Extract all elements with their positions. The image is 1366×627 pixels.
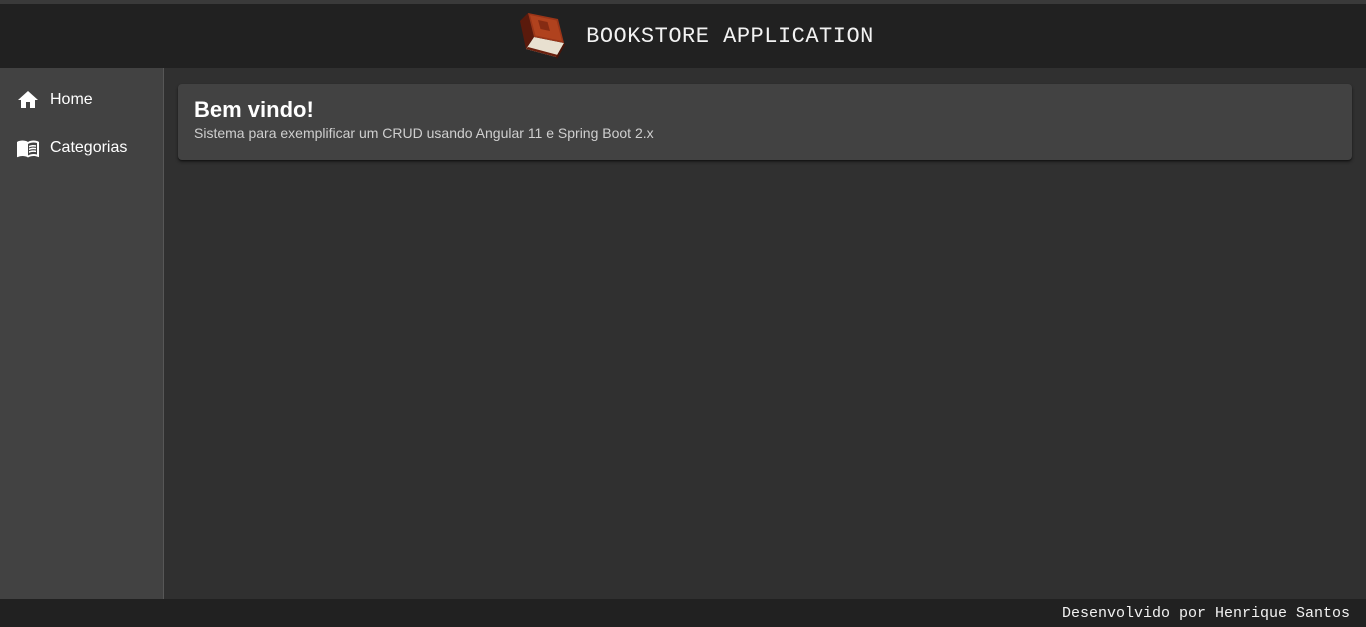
sidebar-item-home[interactable]: Home: [0, 76, 163, 124]
sidebar: Home Categorias: [0, 68, 164, 599]
welcome-card: Bem vindo! Sistema para exemplificar um …: [178, 84, 1352, 160]
sidebar-item-categorias[interactable]: Categorias: [0, 124, 163, 172]
sidebar-item-label: Categorias: [50, 139, 128, 156]
book-logo-icon: [520, 13, 566, 59]
card-subtitle: Sistema para exemplificar um CRUD usando…: [194, 125, 654, 141]
home-icon: [16, 88, 40, 112]
main-content: Bem vindo! Sistema para exemplificar um …: [164, 68, 1366, 599]
brand: BOOKSTORE APPLICATION: [512, 11, 874, 61]
sidebar-item-label: Home: [50, 91, 93, 108]
menu-book-icon: [16, 136, 40, 160]
card-title: Bem vindo!: [194, 97, 314, 122]
app-toolbar: BOOKSTORE APPLICATION: [0, 4, 1366, 68]
app-title: BOOKSTORE APPLICATION: [586, 23, 874, 49]
footer: Desenvolvido por Henrique Santos: [0, 599, 1366, 627]
footer-credit: Desenvolvido por Henrique Santos: [1061, 604, 1350, 622]
